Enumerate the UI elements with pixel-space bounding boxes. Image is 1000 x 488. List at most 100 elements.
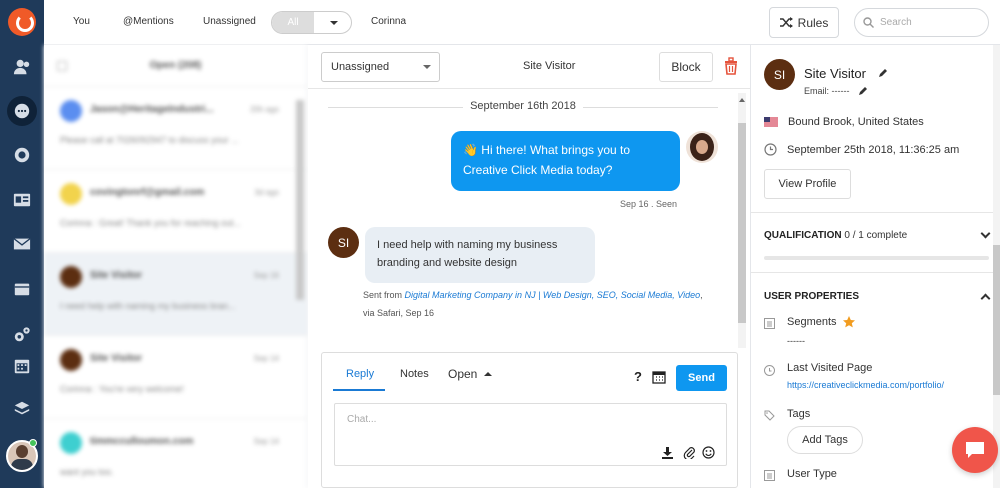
active-tab-indicator	[333, 389, 385, 391]
list-header[interactable]: Open (208)	[44, 45, 307, 87]
edit-name-icon[interactable]	[878, 68, 888, 78]
agent-message: 👋 Hi there! What brings you to Creative …	[451, 131, 680, 191]
send-button[interactable]: Send	[676, 365, 727, 391]
help-icon[interactable]: ?	[634, 369, 642, 384]
chat-input-placeholder: Chat...	[347, 414, 377, 425]
scroll-up-arrow-icon[interactable]	[739, 95, 745, 102]
chat-icon[interactable]	[0, 93, 44, 129]
conversation-time: 20h ago	[250, 105, 279, 114]
add-tags-button[interactable]: Add Tags	[787, 426, 863, 454]
chevron-down-icon[interactable]	[980, 228, 991, 239]
location-row: Bound Brook, United States	[764, 116, 924, 128]
profile-name: Site Visitor	[804, 66, 866, 81]
filter-tab-mentions[interactable]: @Mentions	[123, 16, 174, 27]
chat-input[interactable]: Chat...	[334, 403, 727, 466]
chat-scrollbar-thumb[interactable]	[738, 123, 746, 323]
filter-tab-you[interactable]: You	[73, 16, 90, 27]
all-filter-toggle[interactable]: All	[271, 11, 352, 34]
trash-icon[interactable]	[723, 57, 739, 75]
conversation-item[interactable]: Site Visitor Sep 14 Corinna : You're very …	[44, 336, 307, 419]
chevron-down-icon[interactable]	[314, 12, 351, 33]
conversation-item[interactable]: covingtonrf@gmail.com 3d ago Corinna : Gre…	[44, 170, 307, 253]
tags-label: Tags	[787, 408, 811, 420]
assign-dropdown[interactable]: Unassigned	[321, 52, 440, 82]
filter-tab-unassigned[interactable]: Unassigned	[203, 16, 256, 27]
list-icon	[764, 470, 775, 481]
conversation-time: Sep 14	[253, 437, 279, 446]
conversation-avatar	[60, 432, 82, 454]
chat-title: Site Visitor	[523, 60, 576, 72]
brand-logo[interactable]	[8, 8, 36, 36]
conversation-avatar	[60, 349, 82, 371]
location-text: Bound Brook, United States	[788, 116, 924, 128]
block-button[interactable]: Block	[659, 52, 713, 82]
status-dropdown[interactable]: Open	[448, 367, 493, 381]
conversation-avatar	[60, 183, 82, 205]
open-count-filter[interactable]: Open (208)	[150, 60, 202, 71]
timestamp-row: September 25th 2018, 11:36:25 am	[764, 143, 959, 156]
edit-email-icon[interactable]	[858, 86, 868, 96]
conversation-name: covingtonrf@gmail.com	[90, 187, 205, 198]
qualification-label: QUALIFICATION	[764, 230, 842, 241]
last-visited-link[interactable]: https://creativeclickmedia.com/portfolio…	[787, 380, 944, 390]
status-label: Open	[448, 367, 478, 381]
emoji-icon[interactable]	[702, 446, 715, 459]
user-properties-title: USER PROPERTIES	[764, 291, 860, 302]
chat-launcher-button[interactable]	[952, 427, 998, 473]
date-divider: September 16th 2018	[308, 100, 738, 112]
chevron-up-icon[interactable]	[980, 293, 991, 304]
search-icon	[863, 17, 874, 28]
conversation-item[interactable]: timmcculloumon.com Sep 14 want you too.	[44, 419, 307, 488]
left-nav	[0, 0, 44, 488]
agent-avatar	[686, 131, 718, 163]
email-icon[interactable]	[0, 226, 44, 262]
view-profile-button[interactable]: View Profile	[764, 169, 851, 199]
seen-status: Sep 16 . Seen	[620, 199, 678, 209]
list-scrollbar[interactable]	[296, 100, 304, 300]
attachment-icon[interactable]	[683, 446, 696, 459]
conversation-preview: I need help with naming my business bran…	[60, 301, 236, 311]
agent-filter[interactable]: Corinna	[371, 16, 406, 27]
layers-icon[interactable]	[0, 391, 44, 427]
rules-label: Rules	[797, 15, 829, 30]
all-option[interactable]: All	[272, 12, 314, 33]
chat-scrollbar[interactable]	[738, 93, 746, 348]
qualification-progress-bar	[764, 256, 989, 260]
analytics-icon[interactable]	[0, 137, 44, 173]
conversation-avatar	[60, 266, 82, 288]
agent-message-line: Creative Click Media today?	[463, 163, 613, 177]
search-placeholder: Search	[880, 17, 912, 28]
qualification-section[interactable]: QUALIFICATION 0 / 1 complete	[751, 212, 1000, 272]
clock-icon	[764, 365, 775, 376]
conversation-name: timmcculloumon.com	[90, 436, 194, 447]
knowledge-base-icon[interactable]	[0, 182, 44, 218]
inbox-icon[interactable]	[0, 271, 44, 307]
select-all-checkbox[interactable]	[57, 61, 67, 71]
agent-message-line: 👋 Hi there! What brings you to	[463, 143, 631, 157]
download-icon[interactable]	[661, 446, 674, 459]
profile-scrollbar-thumb[interactable]	[993, 245, 1000, 395]
star-icon[interactable]	[843, 316, 855, 328]
conversation-item[interactable]: Site Visitor Sep 16 I need help with namin…	[44, 253, 307, 336]
conversation-item[interactable]: Jason@HeritageIndustri... 20h ago Please c…	[44, 87, 307, 170]
rules-button[interactable]: Rules	[769, 7, 839, 38]
app: You @Mentions Unassigned All Corinna Rul…	[0, 0, 1000, 488]
search-input[interactable]: Search	[854, 8, 989, 37]
segments-label: Segments	[787, 316, 837, 328]
tab-notes[interactable]: Notes	[400, 368, 429, 380]
contacts-icon[interactable]	[0, 49, 44, 85]
profile-scrollbar[interactable]	[993, 45, 1000, 488]
chat-bubble-icon	[966, 442, 984, 458]
conversation-preview: Corinna : Great! Thank you for reaching …	[60, 218, 241, 228]
list-icon	[764, 318, 775, 329]
user-type-label: User Type	[787, 468, 837, 480]
calendar-icon[interactable]	[652, 370, 666, 384]
tab-reply[interactable]: Reply	[346, 368, 374, 380]
source-page-link[interactable]: Digital Marketing Company in NJ | Web De…	[405, 290, 701, 300]
conversation-preview: Please call at 7026092947 to discuss you…	[60, 135, 239, 145]
calendar-icon[interactable]	[0, 348, 44, 384]
profile-avatar: SI	[764, 59, 795, 90]
qualification-title: QUALIFICATION 0 / 1 complete	[764, 230, 907, 241]
qualification-progress: 0 / 1 complete	[844, 230, 908, 241]
visitor-avatar: SI	[328, 227, 359, 258]
